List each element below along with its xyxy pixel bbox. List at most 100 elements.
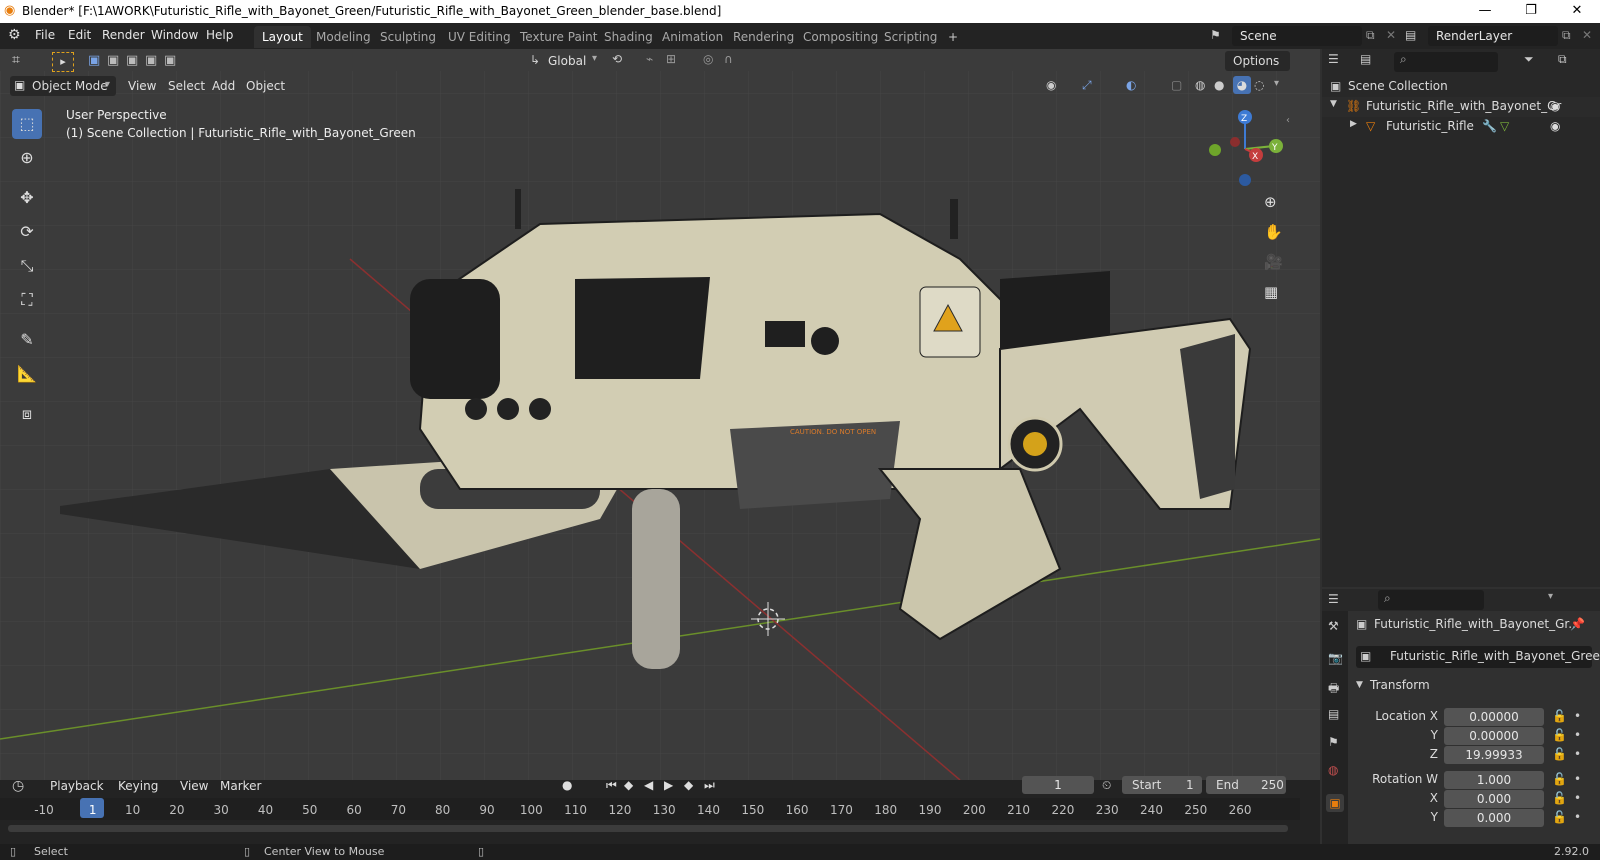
proportional-editing-icon[interactable]: ◎ — [703, 52, 713, 66]
mode-selector[interactable]: ▣ Object Mode ▾ — [10, 76, 116, 96]
filter-icon[interactable]: ⏷ — [1524, 52, 1534, 67]
lock-icon[interactable]: 🔓 — [1552, 728, 1567, 742]
properties-options-chevron-down-icon[interactable]: ▾ — [1548, 591, 1553, 602]
zoom-icon[interactable]: ⊕ — [1264, 193, 1277, 211]
scene-remove-icon[interactable]: ✕ — [1386, 28, 1396, 42]
cursor-tool-icon[interactable]: ⊕ — [12, 143, 42, 173]
select-mode-intersect-icon[interactable]: ▣ — [164, 53, 176, 68]
menu-render[interactable]: Render — [102, 28, 145, 42]
tab-compositing[interactable]: Compositing — [795, 26, 886, 48]
editor-type-icon[interactable]: ⌗ — [12, 52, 20, 68]
camera-view-icon[interactable]: 🎥 — [1264, 253, 1283, 271]
menu-edit[interactable]: Edit — [68, 28, 91, 42]
viewport-menu-object[interactable]: Object — [240, 76, 291, 96]
keyframe-dot-icon[interactable]: • — [1574, 772, 1581, 786]
move-tool-icon[interactable]: ✥ — [12, 183, 42, 213]
pin-icon[interactable]: 📌 — [1570, 617, 1585, 631]
tab-texture-paint[interactable]: Texture Paint — [512, 26, 605, 48]
transform-tool-icon[interactable]: ⛶ — [12, 285, 42, 315]
sidebar-toggle-chevron-left-icon[interactable]: ‹ — [1286, 115, 1290, 126]
keyframe-dot-icon[interactable]: • — [1574, 728, 1581, 742]
transform-panel-title[interactable]: Transform — [1370, 678, 1430, 692]
record-keyframe-icon[interactable]: ● — [562, 778, 572, 792]
transform-orientation-dropdown[interactable]: Global — [542, 51, 592, 71]
tool-tab-icon[interactable]: ⚒ — [1328, 619, 1339, 633]
outliner-search-input[interactable] — [1394, 52, 1498, 72]
keyframe-dot-icon[interactable]: • — [1574, 709, 1581, 723]
tab-layout[interactable]: Layout — [254, 26, 311, 48]
options-button[interactable]: Options — [1225, 51, 1290, 71]
menu-help[interactable]: Help — [206, 28, 233, 42]
jump-end-icon[interactable]: ⏭ — [704, 778, 715, 793]
play-reverse-icon[interactable]: ◀ — [644, 778, 653, 792]
output-tab-icon[interactable]: 🖶 — [1328, 679, 1339, 700]
rendered-shading-icon[interactable]: ◌ — [1254, 78, 1264, 92]
transform-field-value[interactable]: 0.000 — [1444, 809, 1544, 827]
blender-menu-icon[interactable]: ⚙ — [8, 27, 21, 43]
outliner-row-scene-collection[interactable]: ▣ Scene Collection — [1322, 77, 1600, 97]
proportional-falloff-icon[interactable]: ∩ — [724, 52, 733, 66]
add-workspace-button[interactable]: + — [940, 26, 966, 48]
timeline-editor-type-icon[interactable]: ◷ — [12, 778, 24, 794]
lock-icon[interactable]: 🔓 — [1552, 791, 1567, 805]
select-mode-invert-icon[interactable]: ▣ — [145, 53, 157, 68]
object-browse-icon[interactable]: ▣ — [1360, 649, 1371, 663]
transform-field-value[interactable]: 0.00000 — [1444, 727, 1544, 745]
visibility-eye-icon[interactable]: ◉ — [1550, 99, 1560, 113]
gizmo-toggle-icon[interactable]: ⤢ — [1082, 78, 1092, 93]
scene-copy-icon[interactable]: ⧉ — [1366, 28, 1375, 43]
modifier-wrench-icon[interactable]: 🔧 — [1482, 119, 1497, 133]
select-mode-extend-icon[interactable]: ▣ — [107, 53, 119, 68]
pan-hand-icon[interactable]: ✋ — [1264, 223, 1283, 241]
wireframe-shading-icon[interactable]: ◍ — [1195, 78, 1205, 92]
scene-selector[interactable]: Scene — [1232, 26, 1362, 46]
collapse-triangle-icon[interactable]: ▼ — [1330, 99, 1337, 109]
lock-icon[interactable]: 🔓 — [1552, 810, 1567, 824]
close-button[interactable]: ✕ — [1554, 0, 1600, 23]
timeline-menu-view[interactable]: View — [174, 776, 214, 796]
current-frame-field[interactable]: 1 — [1022, 776, 1094, 794]
timeline-menu-playback[interactable]: Playback — [44, 776, 110, 796]
keyframe-dot-icon[interactable]: • — [1574, 747, 1581, 761]
snap-target-icon[interactable]: ⊞ — [666, 52, 676, 66]
menu-window[interactable]: Window — [151, 28, 198, 42]
jump-start-icon[interactable]: ⏮ — [606, 778, 617, 793]
transform-field-value[interactable]: 19.99933 — [1444, 746, 1544, 764]
mesh-data-icon[interactable]: ▽ — [1500, 119, 1509, 133]
lock-icon[interactable]: 🔓 — [1552, 709, 1567, 723]
render-tab-icon[interactable]: 📷 — [1328, 651, 1343, 665]
properties-editor-type-icon[interactable]: ☰ — [1328, 592, 1339, 606]
object-tab-icon[interactable]: ▣ — [1326, 794, 1344, 812]
outliner-row-mesh[interactable]: ▶ ▽ Futuristic_Rifle 🔧 ▽ ◉ — [1322, 117, 1600, 137]
minimize-button[interactable]: — — [1462, 0, 1508, 23]
annotate-tool-icon[interactable]: ✎ — [12, 325, 42, 355]
viewport-menu-view[interactable]: View — [122, 76, 162, 96]
scene-tab-icon[interactable]: ⚑ — [1328, 735, 1339, 749]
measure-tool-icon[interactable]: 📐 — [12, 359, 42, 389]
menu-file[interactable]: File — [35, 28, 55, 42]
visibility-icon[interactable]: ◉ — [1046, 78, 1056, 92]
select-box-tool-icon[interactable]: ⬚ — [12, 109, 42, 139]
play-icon[interactable]: ▶ — [664, 778, 673, 792]
solid-shading-icon[interactable]: ● — [1214, 78, 1224, 92]
lock-icon[interactable]: 🔓 — [1552, 747, 1567, 761]
tab-rendering[interactable]: Rendering — [725, 26, 802, 48]
view-layer-remove-icon[interactable]: ✕ — [1582, 28, 1592, 42]
properties-search-input[interactable] — [1378, 590, 1484, 610]
pivot-point-icon[interactable]: ⟲ — [612, 52, 622, 66]
expand-triangle-icon[interactable]: ▶ — [1350, 119, 1357, 129]
maximize-button[interactable]: ❐ — [1508, 0, 1554, 23]
select-mode-new-icon[interactable]: ▣ — [88, 53, 100, 68]
outliner-row-collection[interactable]: ▼ ⛓ Futuristic_Rifle_with_Bayonet_Gr ◉ — [1322, 97, 1600, 117]
end-frame-field[interactable]: End 250 — [1206, 776, 1286, 794]
timeline-menu-marker[interactable]: Marker — [214, 776, 267, 796]
tab-uv-editing[interactable]: UV Editing — [440, 26, 519, 48]
keyframe-dot-icon[interactable]: • — [1574, 810, 1581, 824]
timeline-menu-keying[interactable]: Keying — [112, 776, 164, 796]
tab-sculpting[interactable]: Sculpting — [372, 26, 444, 48]
jump-next-keyframe-icon[interactable]: ◆ — [684, 778, 693, 792]
rotate-tool-icon[interactable]: ⟳ — [12, 217, 42, 247]
timeline-scrollbar[interactable] — [8, 825, 1288, 832]
overlay-toggle-icon[interactable]: ◐ — [1126, 78, 1136, 92]
viewport-menu-add[interactable]: Add — [206, 76, 241, 96]
